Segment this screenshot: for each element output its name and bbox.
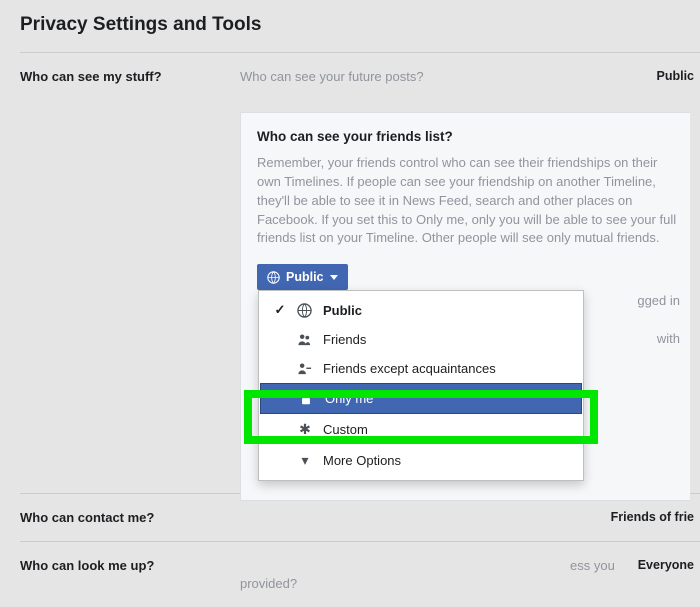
lock-icon: [299, 392, 315, 406]
obscured-text-2: with: [657, 331, 680, 346]
row-value-contact: Friends of frie: [560, 510, 700, 524]
row-question-frag: provided?: [240, 576, 580, 591]
more-icon: ▾: [297, 452, 313, 469]
audience-dropdown: ✓ Public Friends Friends except acquaint…: [258, 290, 584, 481]
obscured-text-3: ess you: [570, 558, 615, 573]
globe-icon: [297, 303, 313, 318]
dropdown-item-only-me[interactable]: Only me: [260, 383, 582, 414]
section-label-lookup: Who can look me up?: [20, 558, 240, 591]
obscured-text-1: gged in: [637, 293, 680, 308]
caret-down-icon: [330, 275, 338, 280]
dropdown-label: Only me: [325, 391, 373, 406]
section-who-can-contact: Who can contact me? Friends of frie: [20, 494, 700, 542]
dropdown-label: Public: [323, 303, 362, 318]
row-question-lookup: ess you provided?: [240, 558, 580, 591]
dropdown-label: Custom: [323, 422, 368, 437]
section-label-contact: Who can contact me?: [20, 510, 240, 525]
row-future-posts[interactable]: Who can see your future posts? Public: [240, 69, 700, 84]
section-label-see: Who can see my stuff?: [20, 69, 240, 501]
gear-icon: ✱: [297, 421, 313, 438]
row-lookup[interactable]: ess you provided? Everyone: [240, 558, 700, 591]
dropdown-item-more[interactable]: ▾ More Options: [259, 445, 583, 476]
dropdown-label: Friends except acquaintances: [323, 361, 496, 376]
dropdown-label: Friends: [323, 332, 366, 347]
audience-button[interactable]: Public: [257, 264, 348, 290]
dropdown-item-friends-except[interactable]: Friends except acquaintances: [259, 354, 583, 383]
friends-except-icon: [297, 361, 313, 376]
dropdown-item-friends[interactable]: Friends: [259, 325, 583, 354]
row-value-public: Public: [580, 69, 700, 83]
dropdown-label: More Options: [323, 453, 401, 468]
row-contact[interactable]: Friends of frie: [240, 510, 700, 524]
sub-title: Who can see your friends list?: [257, 129, 680, 144]
dropdown-item-public[interactable]: ✓ Public: [259, 295, 583, 325]
dropdown-item-custom[interactable]: ✱ Custom: [259, 414, 583, 445]
page-title: Privacy Settings and Tools: [20, 8, 700, 53]
check-icon: ✓: [273, 302, 287, 318]
globe-icon: [267, 271, 280, 284]
sub-description: Remember, your friends control who can s…: [257, 154, 680, 248]
friends-icon: [297, 332, 313, 347]
row-question: Who can see your future posts?: [240, 69, 580, 84]
audience-button-label: Public: [286, 270, 324, 284]
section-who-can-lookup: Who can look me up? ess you provided? Ev…: [20, 542, 700, 607]
